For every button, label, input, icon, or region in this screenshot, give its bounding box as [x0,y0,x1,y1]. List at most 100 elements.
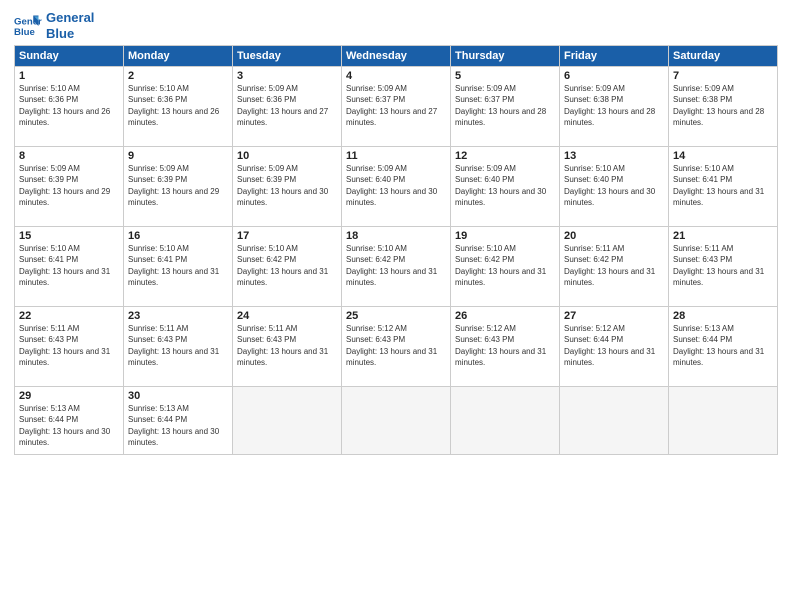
day-number: 4 [346,70,446,82]
day-number: 20 [564,230,664,242]
day-info: Sunrise: 5:10 AM Sunset: 6:42 PM Dayligh… [237,243,337,288]
day-number: 22 [19,310,119,322]
day-number: 17 [237,230,337,242]
day-info: Sunrise: 5:09 AM Sunset: 6:40 PM Dayligh… [455,163,555,208]
day-info: Sunrise: 5:11 AM Sunset: 6:43 PM Dayligh… [673,243,773,288]
day-info: Sunrise: 5:10 AM Sunset: 6:41 PM Dayligh… [128,243,228,288]
day-info: Sunrise: 5:12 AM Sunset: 6:43 PM Dayligh… [455,323,555,368]
day-number: 28 [673,310,773,322]
day-info: Sunrise: 5:09 AM Sunset: 6:38 PM Dayligh… [673,83,773,128]
day-cell-4: 4 Sunrise: 5:09 AM Sunset: 6:37 PM Dayli… [342,67,451,147]
empty-cell [233,387,342,455]
day-info: Sunrise: 5:11 AM Sunset: 6:43 PM Dayligh… [19,323,119,368]
day-number: 16 [128,230,228,242]
week-row-1: 1 Sunrise: 5:10 AM Sunset: 6:36 PM Dayli… [15,67,778,147]
day-number: 18 [346,230,446,242]
day-number: 8 [19,150,119,162]
day-number: 19 [455,230,555,242]
svg-text:Blue: Blue [14,26,35,37]
day-cell-13: 13 Sunrise: 5:10 AM Sunset: 6:40 PM Dayl… [560,147,669,227]
day-cell-12: 12 Sunrise: 5:09 AM Sunset: 6:40 PM Dayl… [451,147,560,227]
day-info: Sunrise: 5:10 AM Sunset: 6:36 PM Dayligh… [128,83,228,128]
day-info: Sunrise: 5:10 AM Sunset: 6:36 PM Dayligh… [19,83,119,128]
col-header-wednesday: Wednesday [342,46,451,67]
week-row-2: 8 Sunrise: 5:09 AM Sunset: 6:39 PM Dayli… [15,147,778,227]
day-number: 9 [128,150,228,162]
day-number: 2 [128,70,228,82]
day-cell-5: 5 Sunrise: 5:09 AM Sunset: 6:37 PM Dayli… [451,67,560,147]
day-info: Sunrise: 5:13 AM Sunset: 6:44 PM Dayligh… [673,323,773,368]
day-number: 7 [673,70,773,82]
empty-cell [669,387,778,455]
day-info: Sunrise: 5:09 AM Sunset: 6:39 PM Dayligh… [19,163,119,208]
week-row-4: 22 Sunrise: 5:11 AM Sunset: 6:43 PM Dayl… [15,307,778,387]
day-number: 3 [237,70,337,82]
day-number: 1 [19,70,119,82]
empty-cell [342,387,451,455]
day-cell-26: 26 Sunrise: 5:12 AM Sunset: 6:43 PM Dayl… [451,307,560,387]
day-cell-28: 28 Sunrise: 5:13 AM Sunset: 6:44 PM Dayl… [669,307,778,387]
day-number: 14 [673,150,773,162]
day-number: 21 [673,230,773,242]
header: General Blue General Blue [14,10,778,41]
day-number: 30 [128,390,228,402]
empty-cell [451,387,560,455]
day-cell-16: 16 Sunrise: 5:10 AM Sunset: 6:41 PM Dayl… [124,227,233,307]
logo-text: General Blue [46,10,94,41]
day-number: 26 [455,310,555,322]
day-cell-9: 9 Sunrise: 5:09 AM Sunset: 6:39 PM Dayli… [124,147,233,227]
day-info: Sunrise: 5:12 AM Sunset: 6:43 PM Dayligh… [346,323,446,368]
day-cell-2: 2 Sunrise: 5:10 AM Sunset: 6:36 PM Dayli… [124,67,233,147]
day-info: Sunrise: 5:09 AM Sunset: 6:37 PM Dayligh… [455,83,555,128]
day-info: Sunrise: 5:10 AM Sunset: 6:40 PM Dayligh… [564,163,664,208]
col-header-sunday: Sunday [15,46,124,67]
calendar-table: SundayMondayTuesdayWednesdayThursdayFrid… [14,45,778,455]
col-header-saturday: Saturday [669,46,778,67]
day-cell-1: 1 Sunrise: 5:10 AM Sunset: 6:36 PM Dayli… [15,67,124,147]
logo: General Blue General Blue [14,10,94,41]
day-cell-19: 19 Sunrise: 5:10 AM Sunset: 6:42 PM Dayl… [451,227,560,307]
day-info: Sunrise: 5:10 AM Sunset: 6:41 PM Dayligh… [19,243,119,288]
empty-cell [560,387,669,455]
col-header-friday: Friday [560,46,669,67]
day-info: Sunrise: 5:12 AM Sunset: 6:44 PM Dayligh… [564,323,664,368]
day-info: Sunrise: 5:13 AM Sunset: 6:44 PM Dayligh… [128,403,228,448]
day-cell-30: 30 Sunrise: 5:13 AM Sunset: 6:44 PM Dayl… [124,387,233,455]
day-info: Sunrise: 5:10 AM Sunset: 6:42 PM Dayligh… [455,243,555,288]
day-info: Sunrise: 5:11 AM Sunset: 6:43 PM Dayligh… [128,323,228,368]
day-info: Sunrise: 5:10 AM Sunset: 6:42 PM Dayligh… [346,243,446,288]
day-info: Sunrise: 5:09 AM Sunset: 6:40 PM Dayligh… [346,163,446,208]
day-cell-14: 14 Sunrise: 5:10 AM Sunset: 6:41 PM Dayl… [669,147,778,227]
day-info: Sunrise: 5:10 AM Sunset: 6:41 PM Dayligh… [673,163,773,208]
day-number: 25 [346,310,446,322]
day-number: 11 [346,150,446,162]
day-number: 27 [564,310,664,322]
day-cell-20: 20 Sunrise: 5:11 AM Sunset: 6:42 PM Dayl… [560,227,669,307]
day-number: 29 [19,390,119,402]
day-cell-8: 8 Sunrise: 5:09 AM Sunset: 6:39 PM Dayli… [15,147,124,227]
col-header-tuesday: Tuesday [233,46,342,67]
day-cell-29: 29 Sunrise: 5:13 AM Sunset: 6:44 PM Dayl… [15,387,124,455]
day-cell-7: 7 Sunrise: 5:09 AM Sunset: 6:38 PM Dayli… [669,67,778,147]
header-row: SundayMondayTuesdayWednesdayThursdayFrid… [15,46,778,67]
day-number: 24 [237,310,337,322]
day-number: 12 [455,150,555,162]
day-cell-24: 24 Sunrise: 5:11 AM Sunset: 6:43 PM Dayl… [233,307,342,387]
col-header-thursday: Thursday [451,46,560,67]
day-cell-21: 21 Sunrise: 5:11 AM Sunset: 6:43 PM Dayl… [669,227,778,307]
day-number: 5 [455,70,555,82]
day-cell-17: 17 Sunrise: 5:10 AM Sunset: 6:42 PM Dayl… [233,227,342,307]
day-cell-25: 25 Sunrise: 5:12 AM Sunset: 6:43 PM Dayl… [342,307,451,387]
week-row-5: 29 Sunrise: 5:13 AM Sunset: 6:44 PM Dayl… [15,387,778,455]
col-header-monday: Monday [124,46,233,67]
day-info: Sunrise: 5:11 AM Sunset: 6:42 PM Dayligh… [564,243,664,288]
day-info: Sunrise: 5:09 AM Sunset: 6:37 PM Dayligh… [346,83,446,128]
day-number: 15 [19,230,119,242]
day-cell-10: 10 Sunrise: 5:09 AM Sunset: 6:39 PM Dayl… [233,147,342,227]
day-cell-18: 18 Sunrise: 5:10 AM Sunset: 6:42 PM Dayl… [342,227,451,307]
day-info: Sunrise: 5:11 AM Sunset: 6:43 PM Dayligh… [237,323,337,368]
week-row-3: 15 Sunrise: 5:10 AM Sunset: 6:41 PM Dayl… [15,227,778,307]
day-number: 13 [564,150,664,162]
day-info: Sunrise: 5:09 AM Sunset: 6:39 PM Dayligh… [128,163,228,208]
day-cell-11: 11 Sunrise: 5:09 AM Sunset: 6:40 PM Dayl… [342,147,451,227]
